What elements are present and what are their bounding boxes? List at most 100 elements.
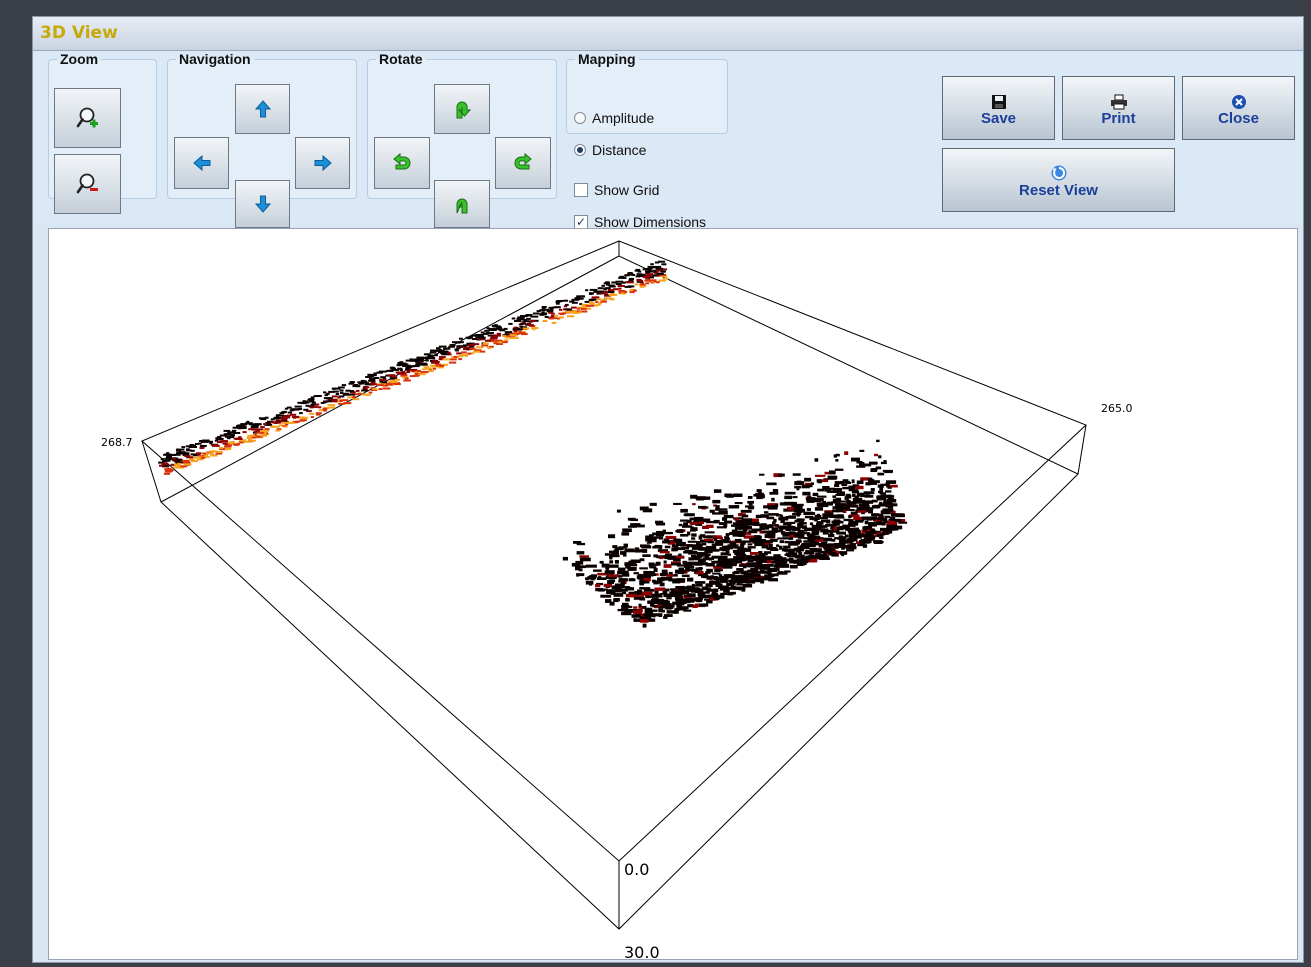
- rail-point: [652, 274, 658, 277]
- object-point: [811, 482, 814, 485]
- rail-point: [270, 421, 279, 424]
- object-point: [733, 556, 744, 559]
- rail-point: [368, 379, 376, 382]
- object-point: [764, 511, 769, 514]
- rail-point: [388, 374, 396, 377]
- object-point: [690, 494, 698, 499]
- rail-point: [443, 350, 448, 353]
- rail-point: [485, 339, 491, 342]
- rail-point: [190, 453, 197, 456]
- object-point: [834, 468, 844, 471]
- rail-point: [400, 372, 407, 375]
- object-point: [864, 520, 869, 525]
- object-point: [885, 490, 892, 493]
- rail-point: [455, 349, 459, 352]
- rail-point: [564, 308, 572, 311]
- object-point: [668, 571, 673, 575]
- rail-point: [422, 368, 427, 371]
- rail-point: [309, 400, 315, 403]
- rail-point: [539, 313, 547, 316]
- zoom-out-button[interactable]: [54, 154, 121, 214]
- object-point: [575, 566, 581, 571]
- rail-point: [563, 299, 569, 302]
- rotate-up-button[interactable]: [434, 84, 490, 134]
- object-point: [742, 583, 750, 587]
- object-point: [781, 548, 788, 552]
- reset-view-label: Reset View: [1019, 181, 1098, 199]
- rail-point: [502, 341, 508, 344]
- rail-point: [212, 444, 220, 447]
- rotate-left-button[interactable]: [374, 137, 430, 189]
- object-point: [689, 563, 700, 566]
- zoom-in-button[interactable]: [54, 88, 121, 148]
- object-point: [595, 583, 601, 588]
- object-point: [802, 525, 807, 529]
- rail-point: [260, 426, 265, 429]
- distance-radio[interactable]: [574, 144, 586, 156]
- rail-point: [588, 301, 593, 304]
- mapping-amplitude-option[interactable]: Amplitude: [574, 110, 654, 126]
- object-point: [683, 522, 689, 526]
- object-point: [772, 521, 776, 524]
- object-point: [562, 556, 568, 561]
- rail-point: [400, 374, 406, 377]
- object-point: [816, 513, 820, 517]
- object-point: [676, 607, 688, 611]
- rail-point: [522, 327, 530, 330]
- rotate-right-icon: [512, 152, 534, 174]
- object-point: [706, 576, 712, 580]
- rail-point: [463, 348, 467, 351]
- object-point: [840, 551, 848, 555]
- rail-point: [224, 435, 232, 438]
- show-grid-option[interactable]: Show Grid: [574, 182, 659, 198]
- navigate-up-button[interactable]: [235, 84, 290, 134]
- navigate-left-button[interactable]: [174, 137, 229, 189]
- rail-point: [589, 288, 598, 291]
- rotate-down-button[interactable]: [434, 180, 490, 228]
- rail-point: [482, 342, 488, 345]
- close-button[interactable]: Close: [1182, 76, 1295, 140]
- object-point: [880, 461, 887, 465]
- rail-point: [206, 452, 214, 455]
- rail-point: [238, 425, 247, 428]
- amplitude-radio[interactable]: [574, 112, 586, 124]
- rail-point: [302, 400, 306, 403]
- object-point: [640, 544, 650, 548]
- rail-point: [290, 413, 297, 416]
- reset-view-button[interactable]: Reset View: [942, 148, 1175, 212]
- show-dimensions-checkbox[interactable]: ✓: [574, 215, 588, 229]
- rail-point: [443, 347, 451, 350]
- object-point: [766, 574, 774, 578]
- rail-point: [449, 344, 455, 347]
- rail-point: [365, 376, 372, 378]
- rail-point: [548, 306, 554, 309]
- rail-point: [593, 290, 600, 293]
- rail-point: [303, 416, 309, 419]
- object-point: [752, 558, 758, 562]
- object-point: [794, 504, 802, 508]
- rail-point: [575, 298, 581, 300]
- rail-point: [235, 438, 243, 440]
- rail-point: [305, 404, 310, 407]
- object-point: [883, 500, 887, 504]
- object-point: [890, 513, 897, 517]
- object-point: [734, 575, 742, 579]
- rail-point: [226, 444, 231, 447]
- show-grid-checkbox[interactable]: [574, 183, 588, 197]
- rotate-left-icon: [391, 152, 413, 174]
- navigate-right-button[interactable]: [295, 137, 350, 189]
- zoom-out-icon: [75, 171, 101, 197]
- 3d-viewport[interactable]: 268.7 265.0 0.0 30.0: [48, 228, 1298, 960]
- object-point: [608, 589, 614, 594]
- rail-point: [545, 308, 550, 311]
- object-point: [890, 484, 898, 488]
- print-button[interactable]: Print: [1062, 76, 1175, 140]
- navigate-down-button[interactable]: [235, 180, 290, 228]
- mapping-distance-option[interactable]: Distance: [574, 142, 646, 158]
- save-button[interactable]: Save: [942, 76, 1055, 140]
- object-point: [855, 499, 866, 504]
- rotate-right-button[interactable]: [495, 137, 551, 189]
- rail-point: [549, 317, 554, 320]
- object-point: [890, 527, 899, 531]
- rail-point: [459, 337, 463, 340]
